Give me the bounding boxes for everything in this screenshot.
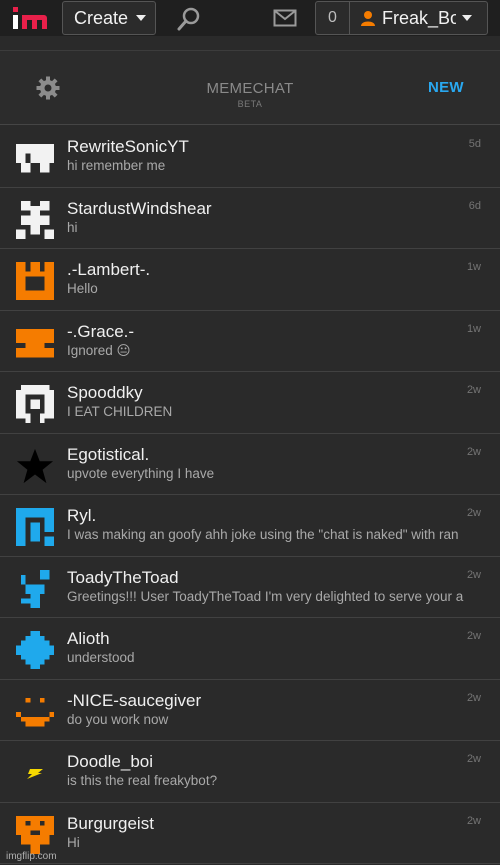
conversation-preview: hi remember me: [67, 158, 166, 173]
blue-pixel-avatar-icon: [20, 569, 50, 608]
conversation-time: 2w: [466, 753, 481, 765]
conversation-row[interactable]: Ryl. I was making an goofy ahh joke usin…: [0, 495, 500, 557]
new-chat-button[interactable]: NEW: [428, 79, 464, 96]
username: Freak_Bo: [382, 7, 456, 28]
conversation-time: 2w: [466, 814, 481, 827]
conversation-row[interactable]: ToadyTheToad Greetings!!! User ToadyTheT…: [0, 557, 500, 618]
star-icon: [16, 448, 54, 483]
conversation-time: 2w: [466, 691, 481, 704]
search-icon[interactable]: [176, 6, 202, 32]
create-button[interactable]: Create: [62, 1, 156, 35]
chat-title: MEMECHAT: [206, 80, 294, 97]
user-menu-button[interactable]: Freak_Bo: [349, 1, 488, 35]
chat-subtitle: BETA: [237, 99, 263, 109]
conversation-name: Spooddky: [67, 383, 143, 402]
chevron-down-icon: [136, 15, 147, 21]
blue-pixel-avatar-icon: [16, 508, 54, 546]
conversation-row[interactable]: -NICE-saucegiver do you work now 2w: [0, 680, 500, 741]
conversation-time: 1w: [466, 261, 481, 273]
conversation-preview: Hi: [67, 834, 80, 850]
conversation-preview: upvote everything I have: [67, 465, 215, 481]
conversation-row[interactable]: -.Grace.- Ignored 😐 1w: [0, 311, 500, 372]
conversation-preview: Ignored 😐: [67, 342, 131, 358]
chevron-down-icon: [462, 15, 472, 21]
conversation-time: 5d: [468, 138, 481, 150]
conversation-name: RewriteSonicYT: [67, 137, 189, 156]
create-label: Create: [74, 7, 129, 28]
conversation-time: 1w: [466, 322, 481, 335]
conversation-preview: Greetings!!! User ToadyTheToad I'm very …: [67, 588, 464, 604]
lightning-icon: [27, 769, 43, 779]
conversation-row[interactable]: RewriteSonicYT hi remember me 5d: [0, 126, 500, 188]
top-navigation-bar: Create 0 Freak_Bo: [0, 0, 500, 36]
conversation-row[interactable]: .-Lambert-. Hello 1w: [0, 249, 500, 311]
conversation-time: 2w: [466, 568, 481, 581]
conversation-name: Ryl.: [67, 506, 97, 525]
conversation-name: Alioth: [67, 629, 110, 648]
conversation-row[interactable]: Doodle_boi is this the real freakybot? 2…: [0, 741, 500, 803]
conversation-time: 6d: [468, 199, 481, 212]
conversation-name: Burgurgeist: [67, 813, 154, 833]
white-pixel-avatar-icon: [16, 200, 54, 239]
conversation-row[interactable]: Burgurgeist Hi 2w: [0, 803, 500, 864]
conversation-name: ToadyTheToad: [67, 567, 179, 587]
conversation-preview: do you work now: [67, 711, 169, 727]
conversation-row[interactable]: StardustWindshear hi 6d: [0, 188, 500, 249]
notification-count-button[interactable]: 0: [315, 1, 350, 35]
chat-header: MEMECHAT BETA NEW: [0, 51, 500, 125]
conversation-list: RewriteSonicYT hi remember me 5d Stardus…: [0, 126, 500, 864]
orange-pixel-avatar-icon: [16, 697, 54, 726]
orange-pixel-avatar-icon: [16, 815, 54, 854]
conversation-time: 2w: [466, 445, 481, 458]
conversation-preview: I EAT CHILDREN: [67, 404, 173, 419]
conversation-name: -NICE-saucegiver: [67, 690, 202, 710]
blue-pixel-avatar-icon: [16, 631, 54, 669]
conversation-row[interactable]: Alioth understood 2w: [0, 618, 500, 680]
user-avatar-icon: [361, 11, 375, 26]
conversation-name: Egotistical.: [67, 444, 150, 464]
conversation-name: -.Grace.-: [67, 321, 135, 341]
conversation-preview: hi: [67, 219, 78, 235]
conversation-row[interactable]: Egotistical. upvote everything I have 2w: [0, 434, 500, 495]
white-pixel-avatar-icon: [16, 385, 54, 423]
conversation-name: .-Lambert-.: [67, 260, 151, 279]
conversation-time: 2w: [466, 507, 481, 519]
orange-pixel-avatar-icon: [16, 262, 54, 300]
conversation-preview: Hello: [67, 281, 98, 296]
conversation-preview: understood: [67, 650, 135, 665]
conversation-time: 2w: [466, 384, 481, 396]
white-pixel-avatar-icon: [16, 143, 54, 173]
mail-icon[interactable]: [273, 9, 297, 27]
conversation-time: 2w: [466, 630, 481, 642]
watermark: imgflip.com: [6, 851, 57, 862]
orange-pixel-avatar-icon: [16, 328, 54, 357]
notification-count: 0: [328, 9, 337, 26]
conversation-preview: is this the real freakybot?: [67, 773, 218, 788]
conversation-name: Doodle_boi: [67, 752, 154, 771]
imgflip-logo[interactable]: [10, 5, 50, 31]
conversation-preview: I was making an goofy ahh joke using the…: [67, 527, 459, 542]
conversation-row[interactable]: Spooddky I EAT CHILDREN 2w: [0, 372, 500, 434]
conversation-name: StardustWindshear: [67, 198, 212, 218]
